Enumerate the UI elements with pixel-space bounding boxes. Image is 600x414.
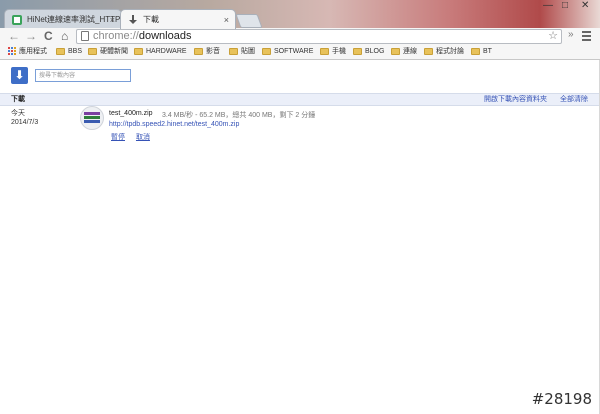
- bookmark-hardware[interactable]: HARDWARE: [134, 47, 187, 57]
- bookmark-mobile[interactable]: 手機: [320, 47, 346, 57]
- folder-icon: [391, 47, 400, 55]
- bookmark-apps[interactable]: 應用程式: [8, 47, 47, 57]
- downloads-logo-icon: ⬇: [11, 67, 28, 84]
- tab-strip: HiNet連線速率測試_HTTP × 下載 × — □ ✕: [0, 0, 600, 29]
- folder-icon: [320, 47, 329, 55]
- download-progress-status: 3.4 MB/秒 - 65.2 MB，總共 400 MB，剩下 2 分鐘: [162, 112, 316, 119]
- downloads-header-bar: 下載 開啟下載內容資料夾 全部清除: [0, 93, 600, 106]
- apps-icon: [8, 47, 16, 56]
- downloads-page: ⬇ 下載 開啟下載內容資料夾 全部清除 今天 2014/7/3 test_400…: [0, 60, 600, 414]
- toolbar: ← → C ⌂ chrome://downloads ☆ »: [0, 28, 600, 45]
- pause-link[interactable]: 暫停: [111, 134, 125, 141]
- tab-hinet-speed-test[interactable]: HiNet連線速率測試_HTTP ×: [4, 9, 122, 29]
- bookmark-programming[interactable]: 程式討論: [424, 47, 464, 57]
- address-bar[interactable]: chrome://downloads ☆: [76, 29, 562, 44]
- download-file-name[interactable]: test_400m.zip: [109, 110, 153, 117]
- date-label: 今天: [11, 110, 25, 117]
- folder-icon: [471, 47, 480, 55]
- reload-button[interactable]: C: [44, 29, 53, 43]
- close-window-button[interactable]: ✕: [581, 0, 589, 11]
- cancel-link[interactable]: 取消: [136, 134, 150, 141]
- chrome-menu-button[interactable]: [582, 31, 591, 43]
- bookmark-blog[interactable]: BLOG: [353, 47, 384, 57]
- folder-icon: [262, 47, 271, 55]
- maximize-button[interactable]: □: [562, 0, 568, 11]
- clear-all-link[interactable]: 全部清除: [560, 94, 588, 105]
- hinet-favicon-icon: [12, 15, 22, 25]
- search-downloads-input[interactable]: [35, 69, 131, 82]
- open-downloads-folder-link[interactable]: 開啟下載內容資料夾: [484, 94, 547, 105]
- bookmark-media[interactable]: 影音: [194, 47, 220, 57]
- bookmark-hardware-news[interactable]: 硬體新聞: [88, 47, 128, 57]
- download-date: 今天 2014/7/3: [11, 109, 38, 127]
- tab-title: HiNet連線速率測試_HTTP: [27, 15, 121, 24]
- watermark-text: #28198: [531, 390, 592, 408]
- bookmark-stickers[interactable]: 貼圖: [229, 47, 255, 57]
- folder-icon: [88, 47, 97, 55]
- tab-downloads[interactable]: 下載 ×: [120, 9, 236, 29]
- new-tab-button[interactable]: [235, 14, 263, 28]
- bookmark-bbs[interactable]: BBS: [56, 47, 82, 57]
- folder-icon: [229, 47, 238, 55]
- folder-icon: [353, 47, 362, 55]
- folder-icon: [424, 47, 433, 55]
- bookmark-bt[interactable]: BT: [471, 47, 492, 57]
- forward-button[interactable]: →: [25, 29, 37, 43]
- tab-title: 下載: [143, 15, 159, 24]
- download-favicon-icon: [129, 15, 137, 24]
- page-icon: [81, 31, 89, 41]
- home-button[interactable]: ⌂: [61, 29, 68, 43]
- bookmark-software[interactable]: SOFTWARE: [262, 47, 313, 57]
- back-button[interactable]: ←: [8, 29, 20, 43]
- minimize-button[interactable]: —: [543, 0, 553, 11]
- tab-close-icon[interactable]: ×: [224, 10, 229, 29]
- archive-file-icon: [80, 106, 104, 130]
- extensions-overflow-button[interactable]: »: [568, 29, 574, 40]
- address-url: chrome://downloads: [93, 30, 192, 42]
- folder-icon: [56, 47, 65, 55]
- download-source-url[interactable]: http://tpdb.speed2.hinet.net/test_400m.z…: [109, 121, 239, 128]
- bookmarks-bar: 應用程式 BBS 硬體新聞 HARDWARE 影音 貼圖 SOFTWARE 手機…: [0, 45, 600, 60]
- date-value: 2014/7/3: [11, 119, 39, 126]
- download-actions: 暫停 取消: [111, 132, 159, 142]
- bookmark-connection[interactable]: 連線: [391, 47, 417, 57]
- folder-icon: [134, 47, 143, 55]
- tab-close-icon[interactable]: ×: [110, 10, 115, 29]
- browser-window: HiNet連線速率測試_HTTP × 下載 × — □ ✕ ← → C ⌂ ch…: [0, 0, 600, 414]
- bookmark-star-icon[interactable]: ☆: [548, 29, 558, 42]
- folder-icon: [194, 47, 203, 55]
- section-title: 下載: [11, 96, 25, 103]
